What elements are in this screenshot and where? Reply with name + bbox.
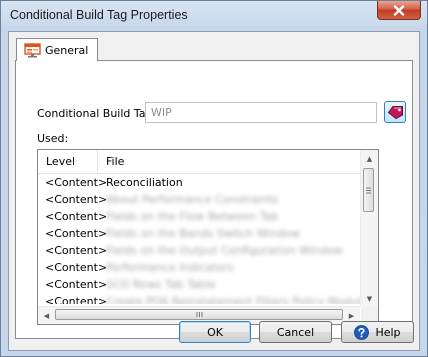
vertical-scroll-thumb[interactable] — [363, 168, 374, 212]
help-button-label: Help — [375, 325, 401, 339]
select-tag-button[interactable] — [384, 101, 406, 123]
list-header: Level File — [38, 150, 360, 174]
cell-level: <Content> — [45, 278, 108, 291]
cell-level: <Content> — [45, 261, 108, 274]
list-rows: <Content> Reconciliation <Content> About… — [38, 174, 360, 304]
close-button[interactable] — [377, 1, 421, 20]
scroll-left-icon[interactable]: ◀ — [38, 307, 55, 324]
used-files-list[interactable]: Level File <Content> Reconciliation <Con… — [37, 149, 379, 325]
cell-level: <Content> — [45, 227, 108, 240]
cell-file: Create PO6 Reinstatement Filters Policy … — [106, 295, 360, 304]
general-tab-panel: Conditional Build Tag: WIP Used: Level F… — [15, 60, 413, 339]
cell-file: Fields on the Flow Between Tab — [106, 210, 279, 223]
ok-button-label: OK — [207, 325, 223, 339]
table-row[interactable]: <Content> SCO Rows Tab Table — [38, 276, 360, 293]
conditional-build-tag-field[interactable]: WIP — [145, 102, 377, 123]
cell-file: Performance Indicators — [106, 261, 234, 274]
cell-level: <Content> — [45, 210, 108, 223]
table-row[interactable]: <Content> Reconciliation — [38, 174, 360, 191]
used-label: Used: — [37, 132, 69, 145]
help-button[interactable]: Help — [341, 321, 414, 343]
grip-icon — [366, 187, 371, 193]
table-row[interactable]: <Content> Performance Indicators — [38, 259, 360, 276]
cell-level: <Content> — [45, 244, 108, 257]
ok-button[interactable]: OK — [179, 321, 251, 343]
table-row[interactable]: <Content> Create PO6 Reinstatement Filte… — [38, 293, 360, 304]
properties-icon — [24, 42, 41, 57]
close-icon — [393, 4, 405, 16]
table-row[interactable]: <Content> Fields on the Flow Between Tab — [38, 208, 360, 225]
cell-file: Reconciliation — [106, 176, 183, 189]
window-title: Conditional Build Tag Properties — [10, 8, 188, 22]
column-header-file[interactable]: File — [98, 150, 360, 173]
cell-file: SCO Rows Tab Table — [106, 278, 216, 291]
dialog-client-area: General Conditional Build Tag: WIP Used:… — [8, 31, 420, 351]
cell-file: Fields on the Bands Switch Window — [106, 227, 301, 240]
tab-general-label: General — [45, 43, 89, 57]
column-header-level[interactable]: Level — [38, 150, 98, 173]
cell-file: About Performance Constraints — [106, 193, 278, 206]
cancel-button-label: Cancel — [276, 325, 315, 339]
cell-level: <Content> — [45, 176, 108, 189]
cell-level: <Content> — [45, 295, 108, 304]
tab-general[interactable]: General — [16, 38, 98, 61]
horizontal-scroll-thumb[interactable] — [55, 309, 343, 320]
table-row[interactable]: <Content> Fields on the Bands Switch Win… — [38, 225, 360, 242]
grip-icon — [196, 312, 202, 317]
vertical-scrollbar[interactable]: ▲ ▼ — [360, 150, 378, 307]
title-bar[interactable]: Conditional Build Tag Properties — [1, 1, 427, 31]
dialog-window: Conditional Build Tag Properties General… — [0, 0, 428, 357]
tag-icon — [387, 105, 403, 119]
scroll-down-icon[interactable]: ▼ — [361, 290, 378, 307]
help-icon — [354, 324, 370, 340]
conditional-build-tag-label: Conditional Build Tag: — [37, 107, 157, 120]
scroll-up-icon[interactable]: ▲ — [361, 150, 378, 167]
cell-file: Fields on the Output Configuration Windo… — [106, 244, 343, 257]
table-row[interactable]: <Content> About Performance Constraints — [38, 191, 360, 208]
cell-level: <Content> — [45, 193, 108, 206]
table-row[interactable]: <Content> Fields on the Output Configura… — [38, 242, 360, 259]
cancel-button[interactable]: Cancel — [259, 321, 332, 343]
